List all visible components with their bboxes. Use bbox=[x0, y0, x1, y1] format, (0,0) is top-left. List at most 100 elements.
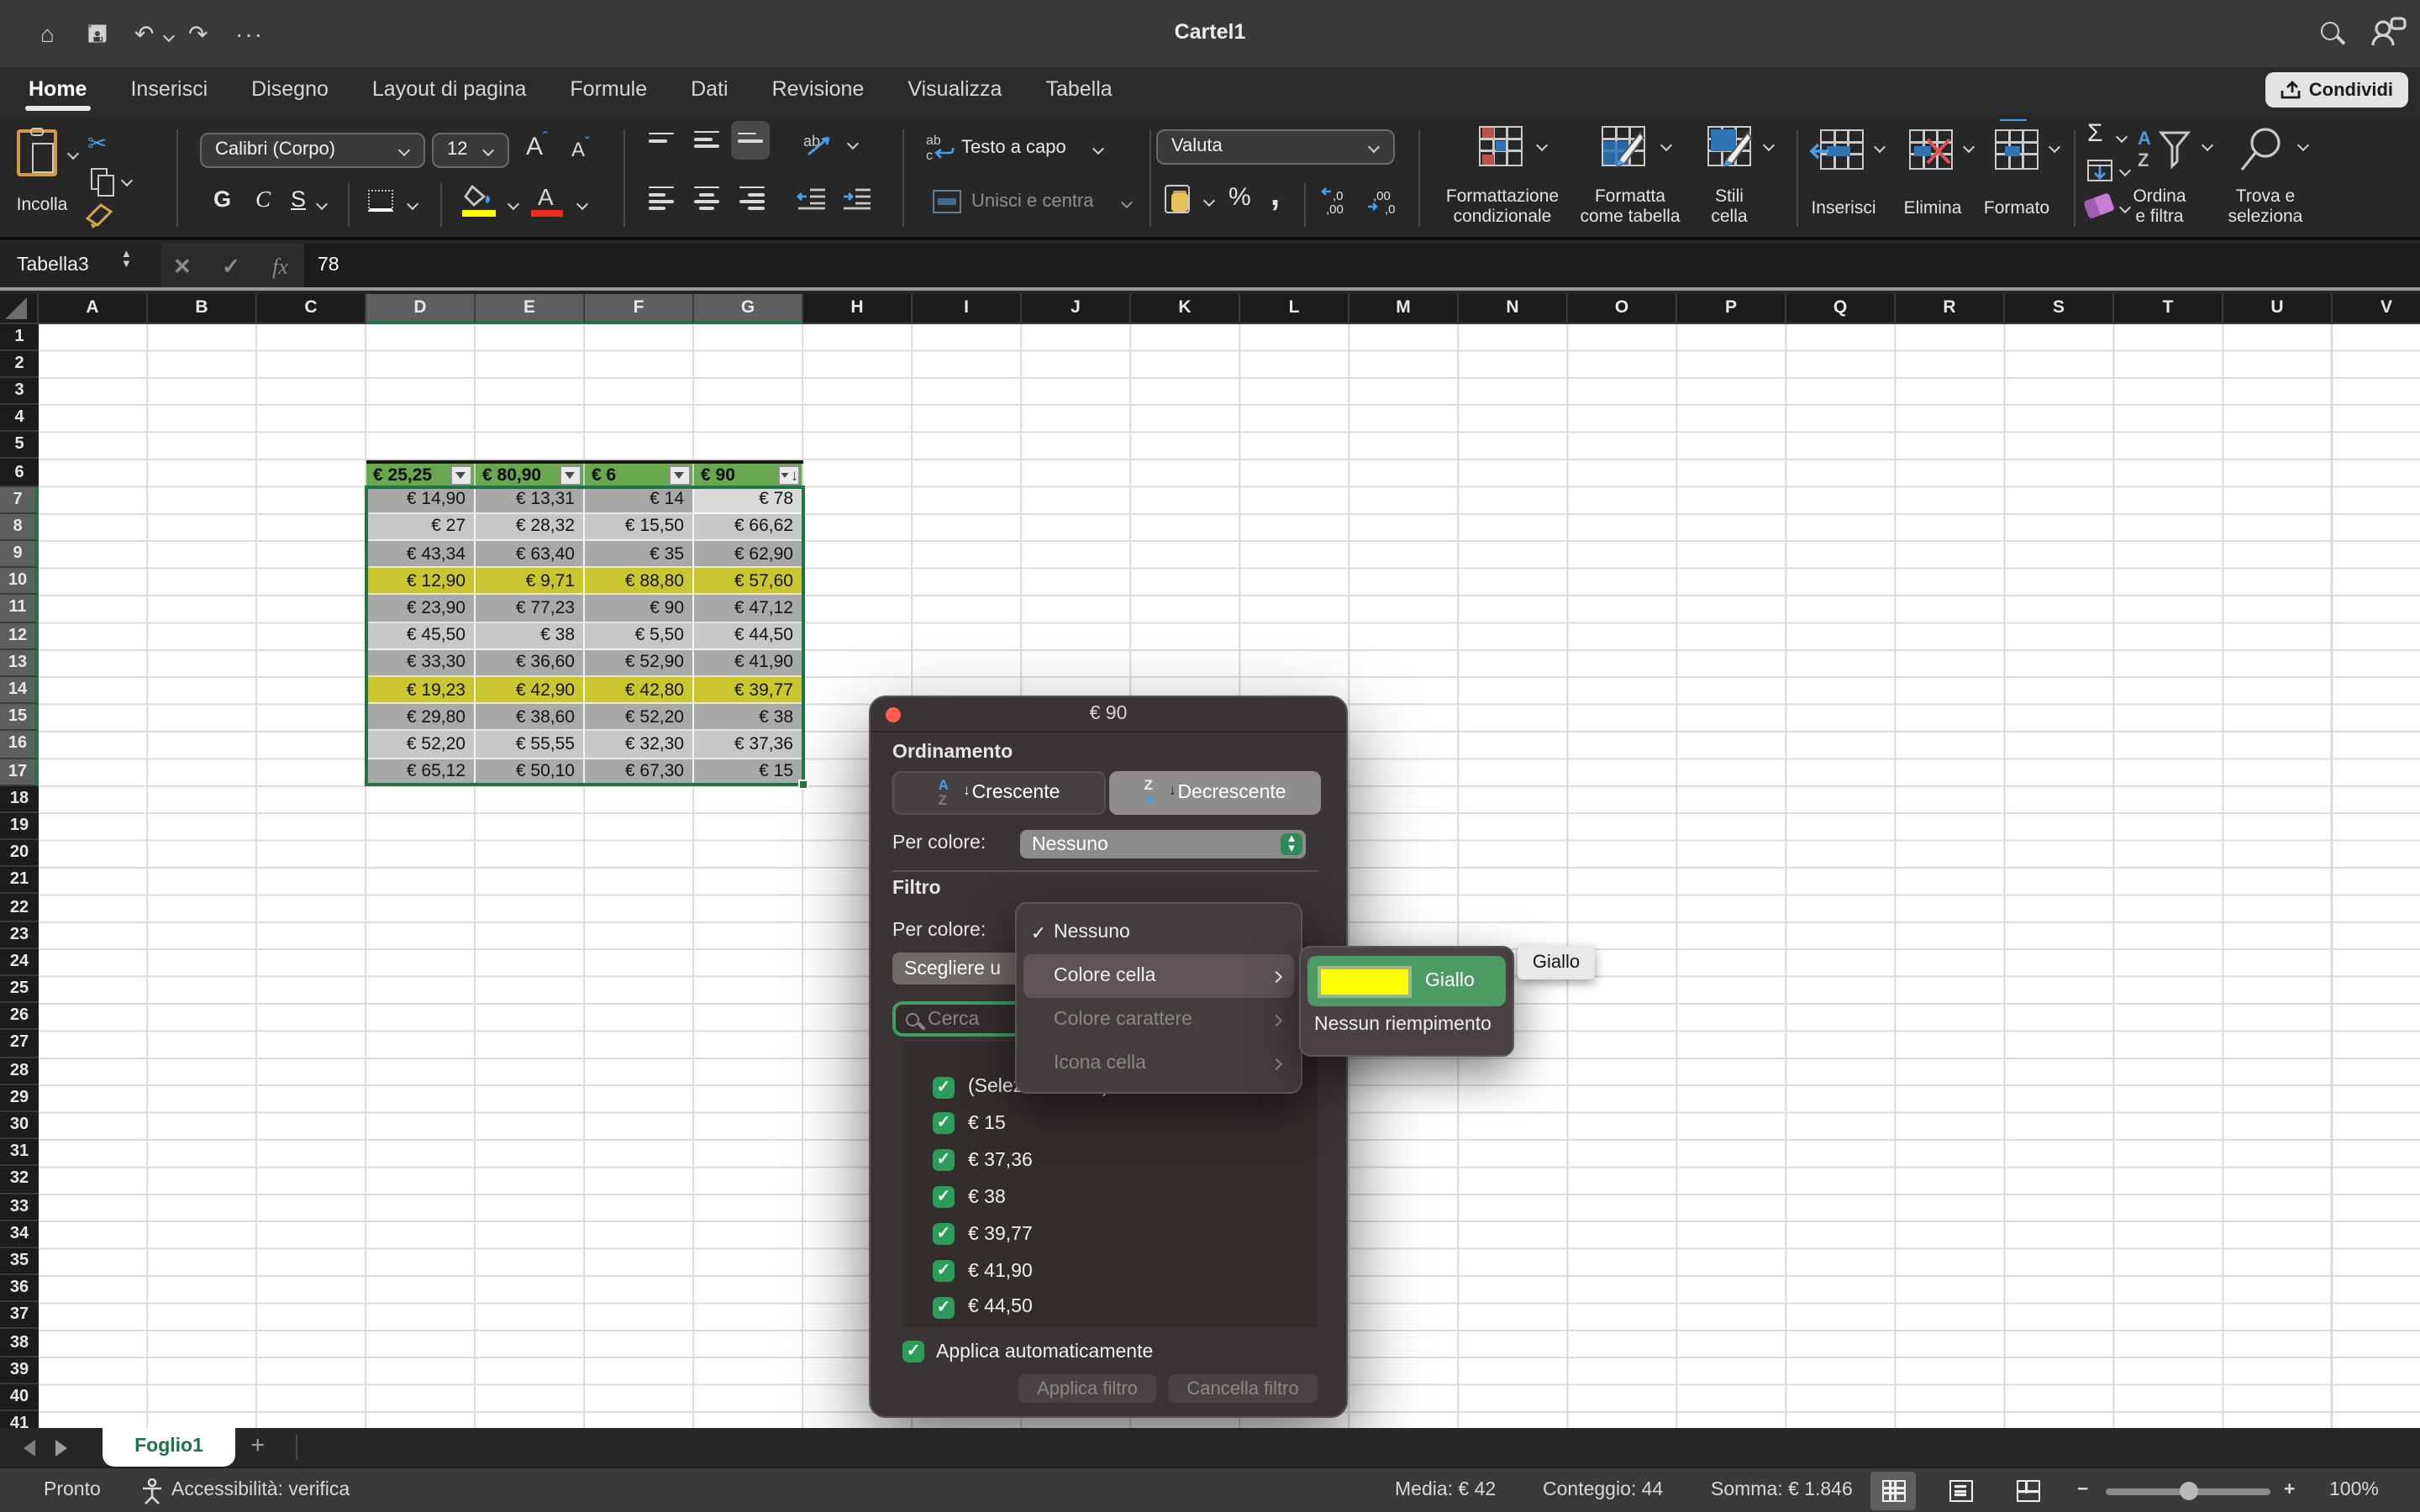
format-as-table-chevron-icon[interactable] bbox=[1660, 139, 1672, 150]
filter-value-row[interactable]: ✓€ 37,36 bbox=[933, 1147, 1033, 1174]
value-checkbox[interactable]: ✓ bbox=[933, 1186, 955, 1208]
table-cell[interactable]: € 65,12 bbox=[366, 759, 476, 785]
table-cell[interactable]: € 33,30 bbox=[366, 650, 476, 677]
align-bottom-button[interactable] bbox=[731, 120, 770, 159]
find-select-label[interactable]: Trova eseleziona bbox=[2222, 186, 2309, 226]
column-header-O[interactable]: O bbox=[1568, 294, 1677, 323]
tab-tabella[interactable]: Tabella bbox=[1042, 67, 1115, 114]
fill-down-icon[interactable] bbox=[2087, 159, 2112, 181]
row-header-20[interactable]: 20 bbox=[0, 840, 39, 867]
font-name-select[interactable]: Calibri (Corpo) bbox=[200, 132, 425, 167]
value-checkbox[interactable]: ✓ bbox=[933, 1113, 955, 1135]
paste-label[interactable]: Incolla bbox=[2, 194, 82, 214]
borders-icon[interactable] bbox=[368, 189, 393, 211]
column-header-S[interactable]: S bbox=[2005, 294, 2114, 323]
cell-styles-chevron-icon[interactable] bbox=[1763, 139, 1775, 150]
row-header-22[interactable]: 22 bbox=[0, 895, 39, 921]
row-header-26[interactable]: 26 bbox=[0, 1003, 39, 1030]
fill-chevron-icon[interactable] bbox=[2119, 164, 2131, 176]
copy-icon[interactable] bbox=[91, 167, 108, 189]
row-header-9[interactable]: 9 bbox=[0, 541, 39, 568]
align-top-button[interactable] bbox=[649, 132, 674, 142]
filter-value-row[interactable]: ✓€ 41,90 bbox=[933, 1257, 1033, 1284]
name-box[interactable]: Tabella3 bbox=[0, 243, 161, 286]
find-select-icon[interactable] bbox=[2238, 125, 2286, 172]
no-fill-option[interactable]: Nessun riempimento bbox=[1314, 1015, 1491, 1035]
insert-cells-chevron-icon[interactable] bbox=[1874, 140, 1886, 152]
table-cell[interactable]: € 43,34 bbox=[366, 541, 476, 568]
row-header-2[interactable]: 2 bbox=[0, 350, 39, 377]
table-cell[interactable]: € 52,20 bbox=[366, 732, 476, 759]
table-cell[interactable]: € 27 bbox=[366, 514, 476, 541]
table-cell[interactable]: € 62,90 bbox=[694, 541, 803, 568]
row-header-3[interactable]: 3 bbox=[0, 378, 39, 405]
conditional-formatting-chevron-icon[interactable] bbox=[1536, 139, 1548, 150]
row-header-38[interactable]: 38 bbox=[0, 1330, 39, 1357]
next-sheet-icon[interactable] bbox=[55, 1440, 67, 1457]
column-header-C[interactable]: C bbox=[257, 294, 366, 323]
share-button[interactable]: Condividi bbox=[2265, 72, 2408, 108]
sort-descending-button[interactable]: ZA ↓ Decrescente bbox=[1109, 771, 1321, 815]
table-cell[interactable]: € 36,60 bbox=[476, 650, 585, 677]
column-header-P[interactable]: P bbox=[1677, 294, 1786, 323]
filter-dropdown-button[interactable] bbox=[560, 465, 581, 486]
table-cell[interactable]: € 52,20 bbox=[585, 704, 694, 731]
table-cell[interactable]: € 14,90 bbox=[366, 486, 476, 513]
column-header-F[interactable]: F bbox=[585, 294, 694, 323]
row-header-16[interactable]: 16 bbox=[0, 732, 39, 759]
value-checkbox[interactable]: ✓ bbox=[933, 1297, 955, 1319]
table-cell[interactable]: € 77,23 bbox=[476, 596, 585, 622]
row-header-13[interactable]: 13 bbox=[0, 650, 39, 677]
table-cell[interactable]: € 29,80 bbox=[366, 704, 476, 731]
cancel-entry-icon[interactable]: ✕ bbox=[173, 253, 192, 280]
borders-chevron-icon[interactable] bbox=[407, 197, 418, 209]
table-cell[interactable]: € 28,32 bbox=[476, 514, 585, 541]
shrink-font-button[interactable]: Aˇ bbox=[571, 134, 590, 160]
fill-color-chevron-icon[interactable] bbox=[508, 197, 519, 209]
zoom-out-button[interactable]: − bbox=[2077, 1479, 2088, 1499]
copy-chevron-icon[interactable] bbox=[121, 174, 133, 186]
table-cell[interactable]: € 38 bbox=[694, 704, 803, 731]
value-checkbox[interactable]: ✓ bbox=[933, 1223, 955, 1245]
row-header-25[interactable]: 25 bbox=[0, 976, 39, 1003]
table-cell[interactable]: € 47,12 bbox=[694, 596, 803, 622]
tab-dati[interactable]: Dati bbox=[687, 67, 731, 114]
search-icon[interactable] bbox=[2321, 22, 2339, 40]
people-comment-icon[interactable] bbox=[2370, 15, 2407, 49]
table-cell[interactable]: € 15,50 bbox=[585, 514, 694, 541]
page-break-view-button[interactable] bbox=[2005, 1471, 2050, 1509]
comma-style-button[interactable]: , bbox=[1270, 176, 1280, 214]
row-header-35[interactable]: 35 bbox=[0, 1248, 39, 1275]
sort-filter-icon[interactable]: A Z bbox=[2138, 125, 2191, 169]
currency-chevron-icon[interactable] bbox=[1203, 194, 1215, 206]
choose-one-button[interactable]: Scegliere u bbox=[892, 953, 1023, 984]
normal-view-button[interactable] bbox=[1870, 1471, 1916, 1509]
column-header-L[interactable]: L bbox=[1240, 294, 1349, 323]
format-cells-label[interactable]: Formato bbox=[1976, 197, 2057, 218]
format-cells-chevron-icon[interactable] bbox=[2049, 140, 2060, 152]
column-header-G[interactable]: G bbox=[694, 294, 803, 323]
align-center-button[interactable] bbox=[694, 186, 719, 210]
column-header-K[interactable]: K bbox=[1131, 294, 1240, 323]
column-header-T[interactable]: T bbox=[2114, 294, 2223, 323]
accessibility-status[interactable]: Accessibilità: verifica bbox=[171, 1479, 350, 1499]
table-cell[interactable]: € 37,36 bbox=[694, 732, 803, 759]
column-header-M[interactable]: M bbox=[1349, 294, 1459, 323]
paste-chevron-icon[interactable] bbox=[67, 147, 79, 159]
format-cells-icon[interactable] bbox=[1995, 129, 2039, 169]
insert-function-icon[interactable]: fx bbox=[272, 253, 288, 280]
page-layout-view-button[interactable] bbox=[1938, 1471, 1983, 1509]
delete-cells-label[interactable]: Elimina bbox=[1892, 197, 1973, 218]
row-header-32[interactable]: 32 bbox=[0, 1167, 39, 1194]
row-header-37[interactable]: 37 bbox=[0, 1303, 39, 1330]
auto-apply-checkbox[interactable]: ✓ bbox=[902, 1341, 924, 1362]
row-header-7[interactable]: 7 bbox=[0, 486, 39, 513]
menu-item-nessuno[interactable]: ✓Nessuno bbox=[1023, 911, 1294, 954]
row-header-36[interactable]: 36 bbox=[0, 1275, 39, 1302]
menu-item-colore-cella[interactable]: Colore cella bbox=[1023, 954, 1294, 998]
table-cell[interactable]: € 32,30 bbox=[585, 732, 694, 759]
row-header-4[interactable]: 4 bbox=[0, 405, 39, 432]
row-header-17[interactable]: 17 bbox=[0, 759, 39, 785]
table-cell[interactable]: € 45,50 bbox=[366, 622, 476, 649]
row-header-21[interactable]: 21 bbox=[0, 868, 39, 895]
